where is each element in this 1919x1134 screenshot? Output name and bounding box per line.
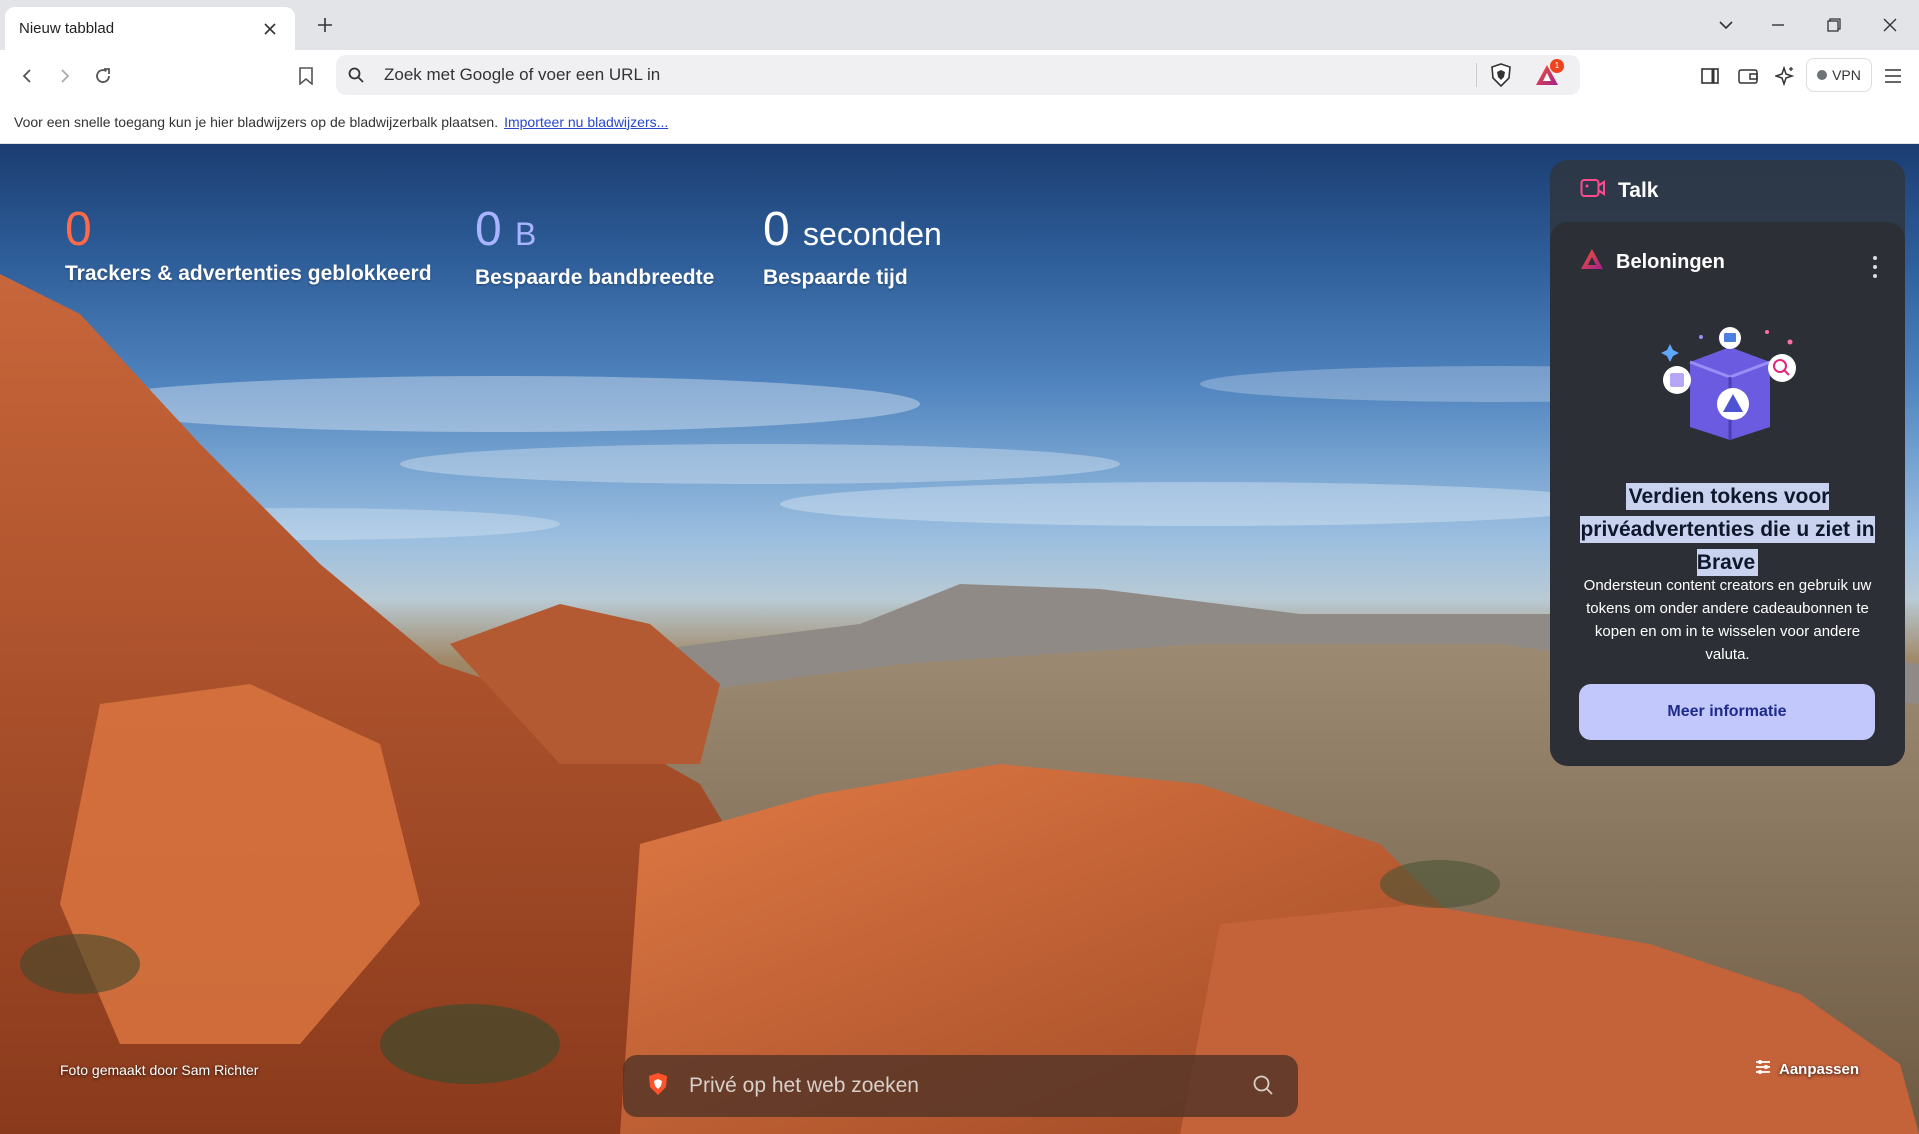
rewards-headline-text: Verdien tokens voor privéadvertenties di…	[1580, 483, 1875, 576]
photo-credit[interactable]: Foto gemaakt door Sam Richter	[60, 1062, 258, 1078]
stat-bandwidth-value: 0	[475, 203, 502, 256]
vpn-label: VPN	[1832, 67, 1861, 83]
address-input[interactable]	[384, 65, 1434, 85]
menu-icon[interactable]	[1879, 62, 1907, 90]
bookmark-icon[interactable]	[292, 62, 320, 90]
toolbar: 1 VPN	[0, 50, 1919, 100]
minimize-icon[interactable]	[1766, 13, 1790, 37]
stat-time-saved: 0 seconden Bespaarde tijd	[763, 204, 942, 290]
restore-icon[interactable]	[1822, 13, 1846, 37]
rewards-headline: Verdien tokens voor privéadvertenties di…	[1572, 480, 1883, 579]
chevron-down-icon[interactable]	[1714, 13, 1738, 37]
tab-title: Nieuw tabblad	[19, 20, 115, 37]
sidebar-icon[interactable]	[1696, 62, 1724, 90]
search-icon	[348, 67, 368, 83]
stat-trackers-blocked: 0 Trackers & advertenties geblokkeerd	[65, 204, 432, 286]
leo-ai-icon[interactable]	[1771, 62, 1799, 90]
wallet-icon[interactable]	[1734, 62, 1762, 90]
rewards-badge: 1	[1550, 59, 1564, 73]
customize-icon	[1755, 1060, 1771, 1078]
rewards-widget: Beloningen Verdien tokens voor privéadve…	[1550, 222, 1905, 766]
stat-bandwidth-unit: B	[515, 216, 537, 252]
reload-icon[interactable]	[89, 62, 117, 90]
customize-label: Aanpassen	[1779, 1060, 1860, 1078]
web-search-input[interactable]	[689, 1074, 1229, 1098]
widget-stack: Talk Beloningen Verdien tokens voor priv…	[1550, 160, 1905, 766]
customize-button[interactable]: Aanpassen	[1755, 1060, 1859, 1078]
plus-icon[interactable]	[313, 13, 337, 37]
vpn-icon	[1817, 70, 1828, 80]
import-bookmarks-link[interactable]: Importeer nu bladwijzers...	[504, 114, 668, 130]
forward-icon[interactable]	[51, 62, 79, 90]
back-icon[interactable]	[13, 62, 41, 90]
talk-widget[interactable]: Talk	[1550, 160, 1905, 222]
learn-more-button[interactable]: Meer informatie	[1579, 684, 1875, 740]
window-close-icon[interactable]	[1878, 13, 1902, 37]
close-icon[interactable]	[259, 18, 281, 40]
brave-logo-icon	[647, 1072, 669, 1101]
rewards-triangle-icon	[1580, 248, 1604, 276]
stat-time-label: Bespaarde tijd	[763, 266, 908, 289]
talk-camera-icon	[1580, 178, 1606, 204]
brave-shield-icon[interactable]	[1488, 62, 1514, 88]
tab-strip: Nieuw tabblad	[0, 0, 1919, 50]
stat-trackers-label: Trackers & advertenties geblokkeerd	[65, 262, 432, 285]
tab-new-tab[interactable]: Nieuw tabblad	[5, 7, 295, 50]
rewards-triangle-icon[interactable]: 1	[1532, 59, 1564, 89]
stat-trackers-value: 0	[65, 203, 92, 256]
vpn-button[interactable]: VPN	[1806, 58, 1872, 92]
web-search-box[interactable]	[623, 1055, 1298, 1117]
more-vertical-icon[interactable]	[1867, 256, 1883, 278]
rewards-gift-illustration	[1661, 327, 1796, 440]
talk-label: Talk	[1618, 179, 1659, 202]
stat-time-value: 0	[763, 203, 790, 256]
bookmarks-message: Voor een snelle toegang kun je hier blad…	[14, 113, 499, 130]
stat-time-unit: seconden	[803, 216, 942, 252]
stat-bandwidth-saved: 0 B Bespaarde bandbreedte	[475, 204, 714, 290]
stat-bandwidth-label: Bespaarde bandbreedte	[475, 266, 715, 289]
bookmarks-bar: Voor een snelle toegang kun je hier blad…	[0, 100, 1919, 144]
address-divider	[1476, 63, 1477, 87]
new-tab-page: 0 Trackers & advertenties geblokkeerd 0 …	[0, 144, 1919, 1134]
rewards-title: Beloningen	[1616, 250, 1725, 273]
search-icon[interactable]	[1252, 1074, 1276, 1098]
rewards-description: Ondersteun content creators en gebruik u…	[1583, 577, 1872, 663]
address-bar[interactable]: 1	[336, 55, 1580, 95]
